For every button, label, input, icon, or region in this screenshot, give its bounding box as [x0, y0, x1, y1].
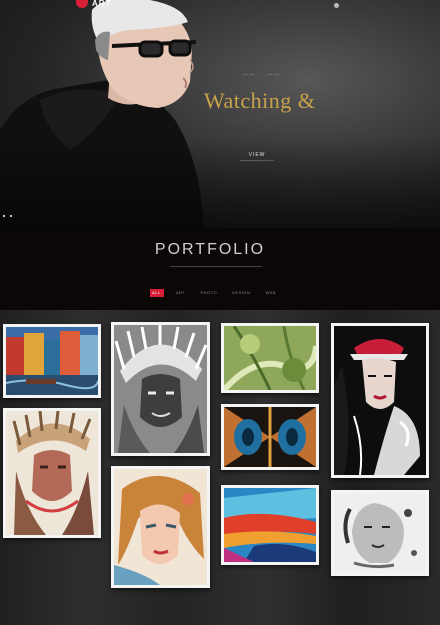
- kaleidoscope-image: [224, 407, 316, 467]
- slider-dot[interactable]: [3, 215, 5, 217]
- hero-subtitle: · · · ·: [226, 120, 249, 127]
- portfolio-filter-bar: ALL ART PHOTO DESIGN WEB: [150, 289, 279, 297]
- gallery-item-sunset-lake[interactable]: [221, 485, 319, 565]
- filter-all[interactable]: ALL: [150, 289, 164, 297]
- chief-sketch-image: [114, 325, 207, 453]
- ink-face-image: [334, 493, 426, 573]
- hero-eyebrow: —— · ——: [242, 72, 282, 78]
- gallery-item-woman-portrait[interactable]: [111, 466, 210, 588]
- sunset-lake-image: [224, 488, 316, 562]
- gallery-item-ink-face[interactable]: [331, 490, 429, 576]
- hero-section: ART —— · —— Watching & · · · · VIEW: [0, 0, 440, 228]
- footer-hint: · · ·: [196, 617, 214, 623]
- hero-title: Watching &: [204, 88, 316, 113]
- gallery-item-chief-sketch[interactable]: [111, 322, 210, 456]
- green-branches-image: [224, 326, 316, 390]
- gallery-item-chief-watercolor[interactable]: [3, 408, 101, 538]
- slider-dot[interactable]: [10, 215, 12, 217]
- woman-portrait-image: [114, 469, 207, 585]
- menu-icon[interactable]: [334, 3, 339, 8]
- chief-watercolor-image: [6, 411, 98, 535]
- logo-mark-icon: [76, 0, 88, 8]
- gallery-item-kaleidoscope[interactable]: [221, 404, 319, 470]
- woman-red-hat-image: [334, 326, 426, 475]
- gallery-item-green-branches[interactable]: [221, 323, 319, 393]
- filter-photo[interactable]: PHOTO: [197, 289, 220, 297]
- canal-houses-image: [6, 327, 98, 395]
- filter-web[interactable]: WEB: [262, 289, 279, 297]
- hero-cta-button[interactable]: VIEW: [240, 151, 274, 161]
- site-logo[interactable]: ART: [76, 0, 111, 8]
- hero-shade: [0, 0, 440, 228]
- portfolio-title: PORTFOLIO: [154, 241, 266, 258]
- gallery-item-woman-red-hat[interactable]: [331, 323, 429, 478]
- gallery-grid: [0, 310, 440, 625]
- portfolio-page: ART —— · —— Watching & · · · · VIEW PORT…: [0, 0, 440, 625]
- gallery-item-canal-houses[interactable]: [3, 324, 101, 398]
- filter-design[interactable]: DESIGN: [229, 289, 253, 297]
- logo-text: ART: [92, 0, 112, 8]
- title-divider: [170, 266, 262, 267]
- filter-art[interactable]: ART: [173, 289, 188, 297]
